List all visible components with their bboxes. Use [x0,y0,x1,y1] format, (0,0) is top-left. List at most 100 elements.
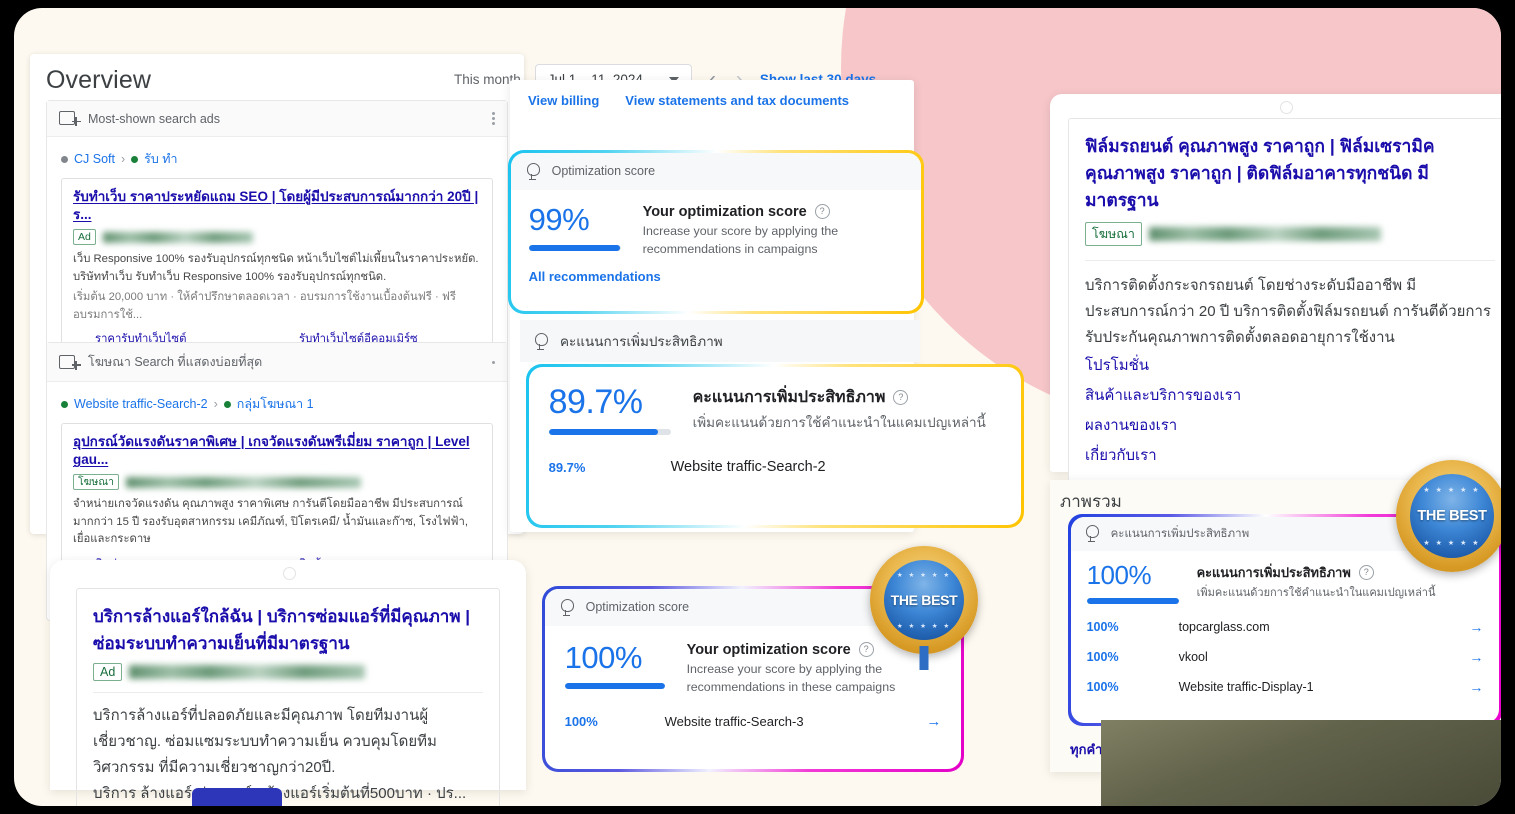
card-title: โฆษณา Search ที่แสดงบ่อยที่สุด [88,355,263,369]
ad-headline[interactable]: ฟิล์มรถยนต์ คุณภาพสูง ราคาถูก | ฟิล์มเซร… [1085,133,1495,214]
badge-ribbon [919,646,929,670]
more-options-icon[interactable] [492,359,495,366]
badge-stars-bottom: ★ ★ ★ ★ ★ [896,623,952,630]
overview-label: ภาพรวม [1060,492,1122,511]
score-text-block: คะแนนการเพิ่มประสิทธิภาพ ? เพิ่มคะแนนด้ว… [1197,562,1436,604]
card-title: คะแนนการเพิ่มประสิทธิภาพ [1110,527,1250,540]
card-title: Optimization score [585,600,690,615]
arrow-right-icon[interactable]: → [926,713,941,730]
row-score: 100% [1086,619,1119,634]
campaign-row[interactable]: 89.7% Website traffic-Search-2 [529,439,1022,489]
score-title: Your optimization score ? [643,204,904,220]
thai-optimization-header: คะแนนการเพิ่มประสิทธิภาพ [520,320,920,362]
ad-url-row: โฆษณา [1085,222,1495,247]
ad-headline[interactable]: บริการล้างแอร์ใกล้ฉัน | บริการซ่อมแอร์ที… [93,603,483,657]
row-score: 100% [1086,649,1119,664]
score-subtitle: เพิ่มคะแนนด้วยการใช้คำแนะนำในแคมเปญเหล่า… [692,414,986,430]
score-progress-bar [528,245,621,252]
ad-description: บริการติดตั้งกระจกรถยนต์ โดยช่างระดับมือ… [1085,277,1491,346]
score-value: 100% [564,639,643,675]
ad-label-badge: Ad [93,663,123,682]
help-icon[interactable]: ? [893,389,909,405]
breadcrumb-adgroup[interactable]: กลุ่มโฆษณา 1 [237,394,314,414]
score-progress-fill [1086,597,1179,604]
arrow-right-icon[interactable]: → [1469,619,1483,635]
card-header: Most-shown search ads [47,101,507,137]
score-text-block: Your optimization score ? Increase your … [643,204,904,259]
card-title: Most-shown search ads [88,111,221,126]
table-row[interactable]: 100% Website traffic-Display-1 → [1071,672,1500,702]
score-progress-bar [564,683,665,690]
all-recommendations-link[interactable]: All recommendations [511,263,922,299]
breadcrumb: CJ Soft › รับ ทำ [47,137,507,178]
blurred-display-url [129,665,366,680]
score-progress-fill [564,683,665,690]
the-best-badge: ★ ★ ★ ★ ★ THE BEST ★ ★ ★ ★ ★ [870,546,978,670]
ad-label-badge: โฆษณา [1085,222,1142,247]
badge-stars-top: ★ ★ ★ ★ ★ [1423,487,1481,494]
table-row[interactable]: 100% vkool → [1071,642,1500,672]
card-title: คะแนนการเพิ่มประสิทธิภาพ [560,334,723,349]
breadcrumb-campaign[interactable]: Website traffic-Search-2 [74,397,208,411]
blurred-display-url [102,231,253,243]
arrow-right-icon[interactable]: → [1469,679,1483,695]
help-icon[interactable]: ? [814,204,830,220]
optimization-score-card-897: 89.7% คะแนนการเพิ่มประสิทธิภาพ ? เพิ่มคะ… [526,364,1024,528]
ad-description-2: บริการ ล้างแอร์ ซ่อมแอร์ · ล้างแอร์เริ่ม… [93,784,467,802]
sitelink[interactable]: โปรโมชั่น [1085,351,1495,381]
breadcrumb-separator: › [213,397,218,411]
ad-headline[interactable]: รับทำเว็บ ราคาประหยัดแถม SEO | โดยผู้มีป… [73,188,481,224]
badge-stars-bottom: ★ ★ ★ ★ ★ [1423,540,1481,547]
breadcrumb: Website traffic-Search-2 › กลุ่มโฆษณา 1 [47,382,507,423]
card-title: Optimization score [551,164,656,179]
help-icon[interactable]: ? [858,642,874,658]
score-title-text: Your optimization score [642,203,807,220]
lightbulb-icon [560,598,575,616]
score-value: 100% [1086,559,1152,590]
account-dot-icon [61,155,68,163]
ad-sitelinks: โปรโมชั่น สินค้าและบริการของเรา ผลงานของ… [1085,351,1495,471]
score-body: 89.7% คะแนนการเพิ่มประสิทธิภาพ ? เพิ่มคะ… [529,367,1022,440]
score-title: คะแนนการเพิ่มประสิทธิภาพ ? [693,385,986,410]
arrow-right-icon[interactable]: → [1469,649,1483,665]
help-icon[interactable]: ? [1358,564,1374,580]
ad-url-row: Ad [93,663,483,682]
row-campaign-name: Website traffic-Search-3 [664,713,804,729]
badge-label: THE BEST [1417,508,1487,524]
camera-notch-icon [1280,101,1293,114]
score-progress-bar [1086,597,1179,604]
breadcrumb-campaign[interactable]: รับ ทำ [144,149,177,169]
score-subtitle: เพิ่มคะแนนด้วยการใช้คำแนะนำในแคมเปญเหล่า… [1196,586,1436,599]
card-header: โฆษณา Search ที่แสดงบ่อยที่สุด [47,343,507,382]
more-options-icon[interactable] [492,110,495,127]
view-statements-link[interactable]: View statements and tax documents [625,93,849,108]
page-title: Overview [46,66,151,94]
badge-stars-top: ★ ★ ★ ★ ★ [896,572,952,579]
sitelink[interactable]: ผลงานของเรา [1085,411,1495,441]
canvas: Overview Most-shown search ads CJ Soft ›… [14,8,1501,806]
screenshot-frame: Overview Most-shown search ads CJ Soft ›… [0,0,1515,814]
left-dashboard-panel: Overview Most-shown search ads CJ Soft ›… [30,54,524,622]
ad-url-row: Ad [73,229,481,246]
score-progress-bar [548,429,671,436]
score-value: 89.7% [548,382,643,421]
table-row[interactable]: 100% topcarglass.com → [1071,612,1500,642]
view-billing-link[interactable]: View billing [528,93,599,108]
score-block: 100% [564,639,665,697]
optimization-score-card-99: Optimization score 99% Your optimization… [508,150,924,314]
score-subtitle: Increase your score by applying the reco… [642,223,839,256]
row-score: 100% [1086,679,1119,694]
score-progress-fill [528,245,620,252]
divider [1085,260,1495,262]
score-title-text: คะแนนการเพิ่มประสิทธิภาพ [1196,564,1351,580]
sitelink[interactable]: สินค้าและบริการของเรา [1085,381,1495,411]
breadcrumb-account[interactable]: CJ Soft [74,152,115,166]
campaign-row[interactable]: 100% Website traffic-Search-3 → [545,699,962,744]
blurred-display-url [1148,227,1381,242]
campaign-dot-icon [61,400,68,408]
row-campaign-name: Website traffic-Display-1 [1178,679,1314,694]
billing-links: View billing View statements and tax doc… [510,80,914,124]
score-title-text: Your optimization score [686,641,851,658]
ad-headline[interactable]: อุปกรณ์วัดแรงดันราคาพิเศษ | เกจวัดแรงดัน… [73,433,481,469]
phone-ad-preview-panel: บริการล้างแอร์ใกล้ฉัน | บริการซ่อมแอร์ที… [50,560,526,806]
